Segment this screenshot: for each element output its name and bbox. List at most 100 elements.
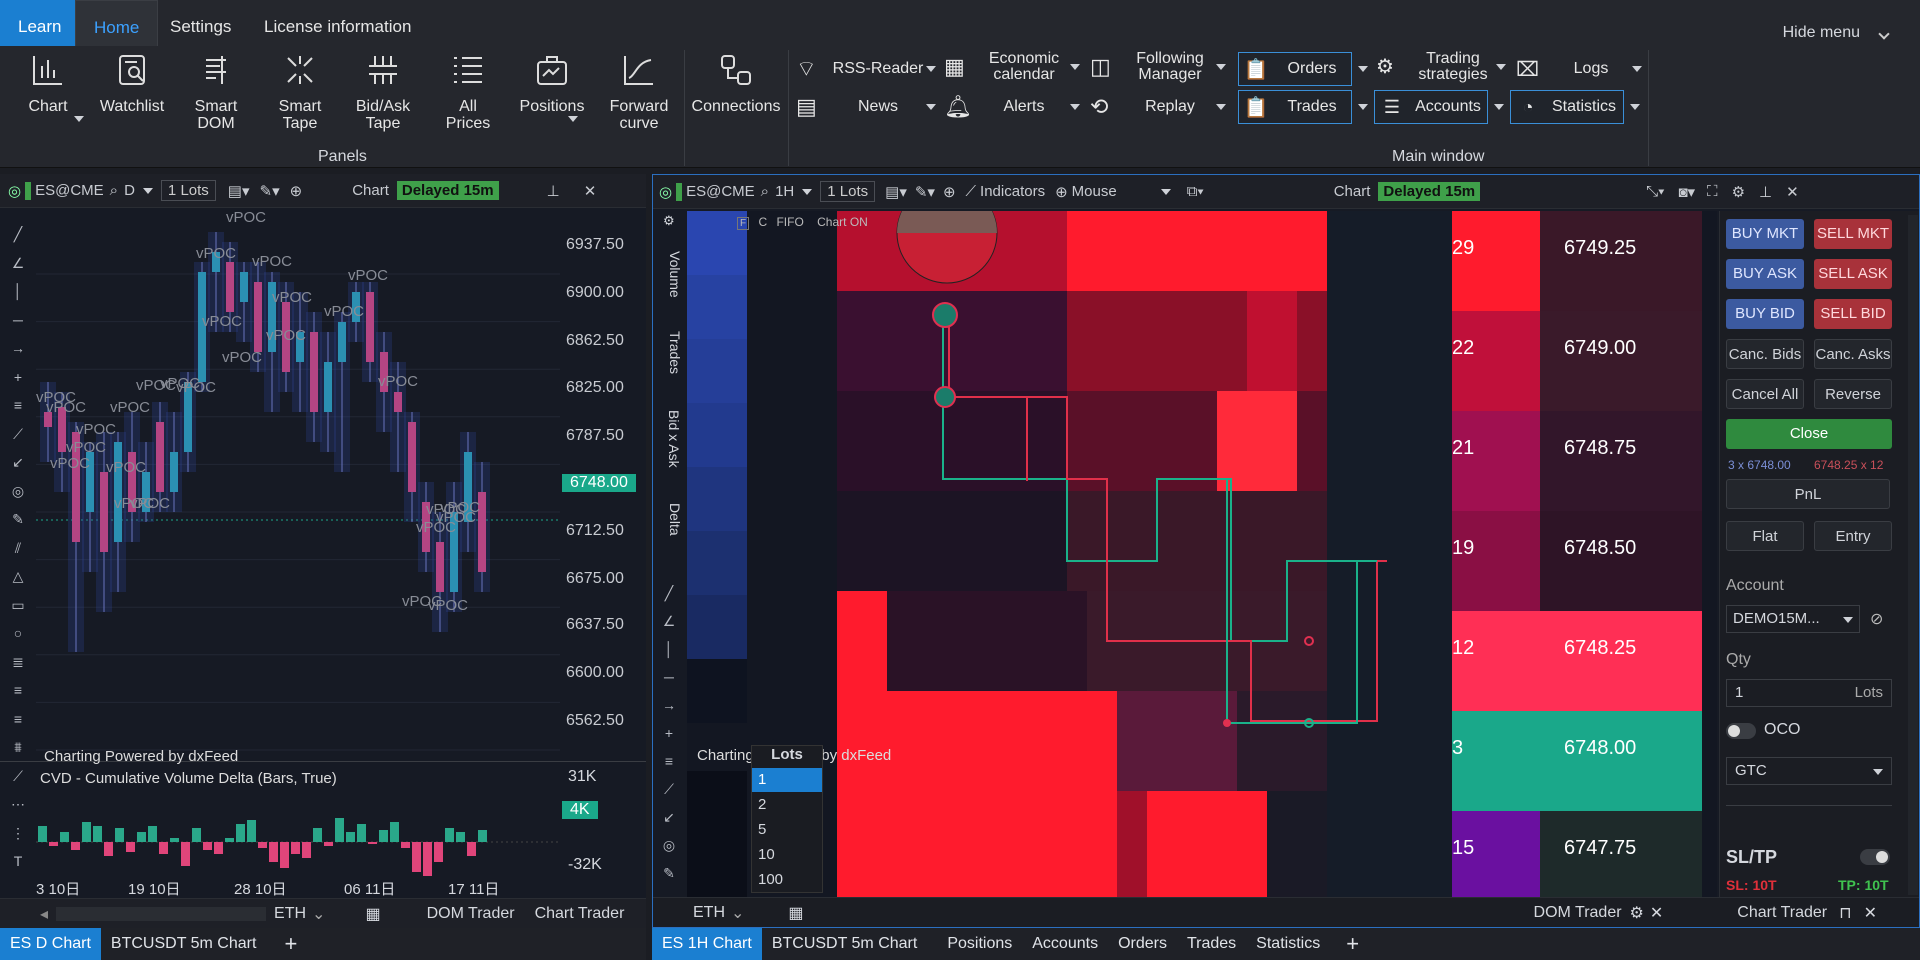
tab-btcusdt-5m-chart[interactable]: BTCUSDT 5m Chart bbox=[762, 928, 928, 960]
close-icon[interactable]: ✕ bbox=[1786, 183, 1799, 201]
sell-ask-button[interactable]: SELL ASK bbox=[1814, 259, 1892, 289]
forward-curve-button[interactable]: Forward curve bbox=[604, 52, 674, 132]
watchlist-button[interactable]: Watchlist bbox=[96, 52, 168, 115]
dom-trader-button[interactable]: DOM Trader bbox=[1534, 904, 1622, 922]
zoom-icon[interactable]: ⊕ bbox=[290, 182, 303, 200]
indicators-button[interactable]: Indicators bbox=[980, 183, 1045, 200]
session-select[interactable]: ETH bbox=[693, 904, 725, 922]
pnl-button[interactable]: PnL bbox=[1726, 479, 1890, 509]
lots-input[interactable]: 1 Lots bbox=[160, 180, 216, 201]
buy-ask-button[interactable]: BUY ASK bbox=[1726, 259, 1804, 289]
timeframe-select[interactable]: D bbox=[124, 182, 135, 199]
crosshair-icon[interactable]: + bbox=[655, 725, 683, 741]
lots-input[interactable]: 1 Lots bbox=[820, 181, 876, 202]
tab-license-information[interactable]: License information bbox=[246, 0, 429, 46]
dom-row[interactable]: 19 6748.50 bbox=[1452, 511, 1702, 611]
angle-icon[interactable]: ∠ bbox=[655, 613, 683, 630]
pin-icon[interactable]: ⊥ bbox=[547, 182, 560, 200]
window-icon[interactable]: ⧉▾ bbox=[1187, 183, 1204, 200]
tif-select[interactable]: GTC bbox=[1726, 757, 1892, 785]
entry-button[interactable]: Entry bbox=[1814, 521, 1892, 551]
dom-row[interactable]: 21 6748.75 bbox=[1452, 411, 1702, 511]
symbol-label[interactable]: ES@CME bbox=[686, 183, 755, 200]
qty-input[interactable]: 1 Lots bbox=[1726, 679, 1892, 707]
add-tab-icon[interactable]: + bbox=[274, 928, 307, 960]
news-button[interactable]: ▤ News bbox=[796, 90, 936, 124]
chart-button[interactable]: Chart bbox=[18, 52, 78, 115]
text-block-icon[interactable]: ≡ bbox=[4, 711, 32, 727]
tab-positions[interactable]: Positions bbox=[937, 928, 1022, 960]
sell-mkt-button[interactable]: SELL MKT bbox=[1814, 219, 1892, 249]
chevron-down-icon[interactable] bbox=[1496, 64, 1506, 70]
f-flag-icon[interactable]: F bbox=[737, 217, 750, 230]
tab-settings[interactable]: Settings bbox=[152, 0, 249, 46]
lots-option[interactable]: 2 bbox=[752, 792, 822, 817]
chevron-down-icon[interactable] bbox=[1630, 104, 1640, 110]
angle-icon[interactable]: ∠ bbox=[4, 255, 32, 272]
cancel-asks-button[interactable]: Canc. Asks bbox=[1814, 339, 1892, 369]
trading-strategies-button[interactable]: ⚙ Trading strategies bbox=[1376, 50, 1506, 84]
tab-accounts[interactable]: Accounts bbox=[1022, 928, 1108, 960]
vertical-line-icon[interactable]: │ bbox=[655, 641, 683, 657]
ruler-icon[interactable]: ✎ bbox=[655, 865, 683, 882]
logs-button[interactable]: ⌧ Logs bbox=[1516, 52, 1642, 86]
delta-side-label[interactable]: Delta bbox=[667, 503, 683, 563]
vertical-scrollbar[interactable] bbox=[1908, 215, 1918, 895]
chevron-down-icon[interactable] bbox=[1632, 66, 1642, 72]
chevron-down-icon[interactable] bbox=[1070, 104, 1080, 110]
zoom-icon[interactable]: ⊕ bbox=[943, 183, 956, 201]
gear-icon[interactable]: ⚙ bbox=[1732, 183, 1745, 201]
scroll-left-icon[interactable]: ◂ bbox=[40, 904, 48, 924]
calendar-icon[interactable]: ▦ bbox=[365, 904, 380, 924]
trend-line-icon[interactable]: ╱ bbox=[4, 226, 32, 243]
timeframe-select[interactable]: 1H bbox=[775, 183, 794, 200]
alerts-button[interactable]: 🔔︎ Alerts bbox=[944, 90, 1080, 124]
measure-icon[interactable]: ⟋ bbox=[4, 768, 32, 785]
dom-row[interactable]: 3 6748.00 bbox=[1452, 711, 1702, 811]
lots-option[interactable]: 100 bbox=[752, 867, 822, 892]
target-icon[interactable]: ◎ bbox=[4, 483, 32, 500]
trades-button[interactable]: 📋 Trades bbox=[1238, 90, 1352, 124]
statistics-button[interactable]: ◔ Statistics bbox=[1510, 90, 1624, 124]
add-tab-icon[interactable]: + bbox=[1336, 928, 1369, 960]
horizontal-scrollbar[interactable] bbox=[56, 906, 267, 921]
tab-orders[interactable]: Orders bbox=[1108, 928, 1177, 960]
chevron-down-icon[interactable]: ⌄ bbox=[312, 904, 325, 924]
collapse-icon[interactable]: ⤡▾ bbox=[1646, 183, 1664, 200]
positions-dropdown-caret[interactable] bbox=[568, 116, 578, 122]
fib-icon[interactable]: ≡ bbox=[655, 753, 683, 769]
camera-icon[interactable]: ◙▾ bbox=[1678, 183, 1695, 201]
circle-icon[interactable]: ○ bbox=[4, 625, 32, 641]
dom-row[interactable]: 22 6749.00 bbox=[1452, 311, 1702, 411]
lots-option[interactable]: 1 bbox=[752, 768, 822, 792]
dotted-icon[interactable]: ⋮ bbox=[4, 825, 32, 842]
buy-bid-button[interactable]: BUY BID bbox=[1726, 299, 1804, 329]
bid-ask-side-label[interactable]: Bid x Ask bbox=[666, 410, 682, 480]
economic-calendar-button[interactable]: ▦ Economic calendar bbox=[944, 50, 1080, 84]
chevron-down-icon[interactable] bbox=[926, 66, 936, 72]
pencil-icon[interactable]: ✎▾ bbox=[260, 182, 280, 200]
account-select[interactable]: DEMO15M... bbox=[1726, 605, 1860, 633]
tab-learn[interactable]: Learn bbox=[0, 0, 80, 46]
chevron-down-icon[interactable] bbox=[1358, 104, 1368, 110]
dom-row[interactable]: 15 6747.75 bbox=[1452, 811, 1702, 911]
bid-ask-tape-button[interactable]: Bid/Ask Tape bbox=[348, 52, 418, 132]
fullscreen-icon[interactable]: ⛶ bbox=[1707, 183, 1718, 200]
curve-icon[interactable]: ⟋ bbox=[4, 426, 32, 443]
list-icon[interactable]: ≡ bbox=[4, 682, 32, 698]
close-icon[interactable]: ✕ bbox=[1864, 903, 1877, 923]
sl-value[interactable]: SL: 10T bbox=[1726, 877, 1777, 893]
pin-icon[interactable]: ⊥ bbox=[1759, 183, 1772, 201]
chevron-down-icon[interactable] bbox=[1494, 104, 1504, 110]
pencil-icon[interactable]: ✎▾ bbox=[915, 183, 935, 201]
hide-menu-button[interactable]: Hide menu bbox=[1783, 24, 1860, 42]
chevron-down-icon[interactable] bbox=[1216, 104, 1226, 110]
calendar-icon[interactable]: ▦ bbox=[788, 903, 803, 923]
vertical-line-icon[interactable]: │ bbox=[4, 283, 32, 299]
following-manager-button[interactable]: ◫ Following Manager bbox=[1090, 50, 1226, 84]
arrow-icon[interactable]: → bbox=[4, 340, 32, 356]
oco-toggle[interactable] bbox=[1726, 723, 1756, 739]
lots-option[interactable]: 5 bbox=[752, 817, 822, 842]
tab-home[interactable]: Home bbox=[75, 0, 159, 46]
hide-eye-icon[interactable]: ⊘ bbox=[1870, 609, 1883, 629]
